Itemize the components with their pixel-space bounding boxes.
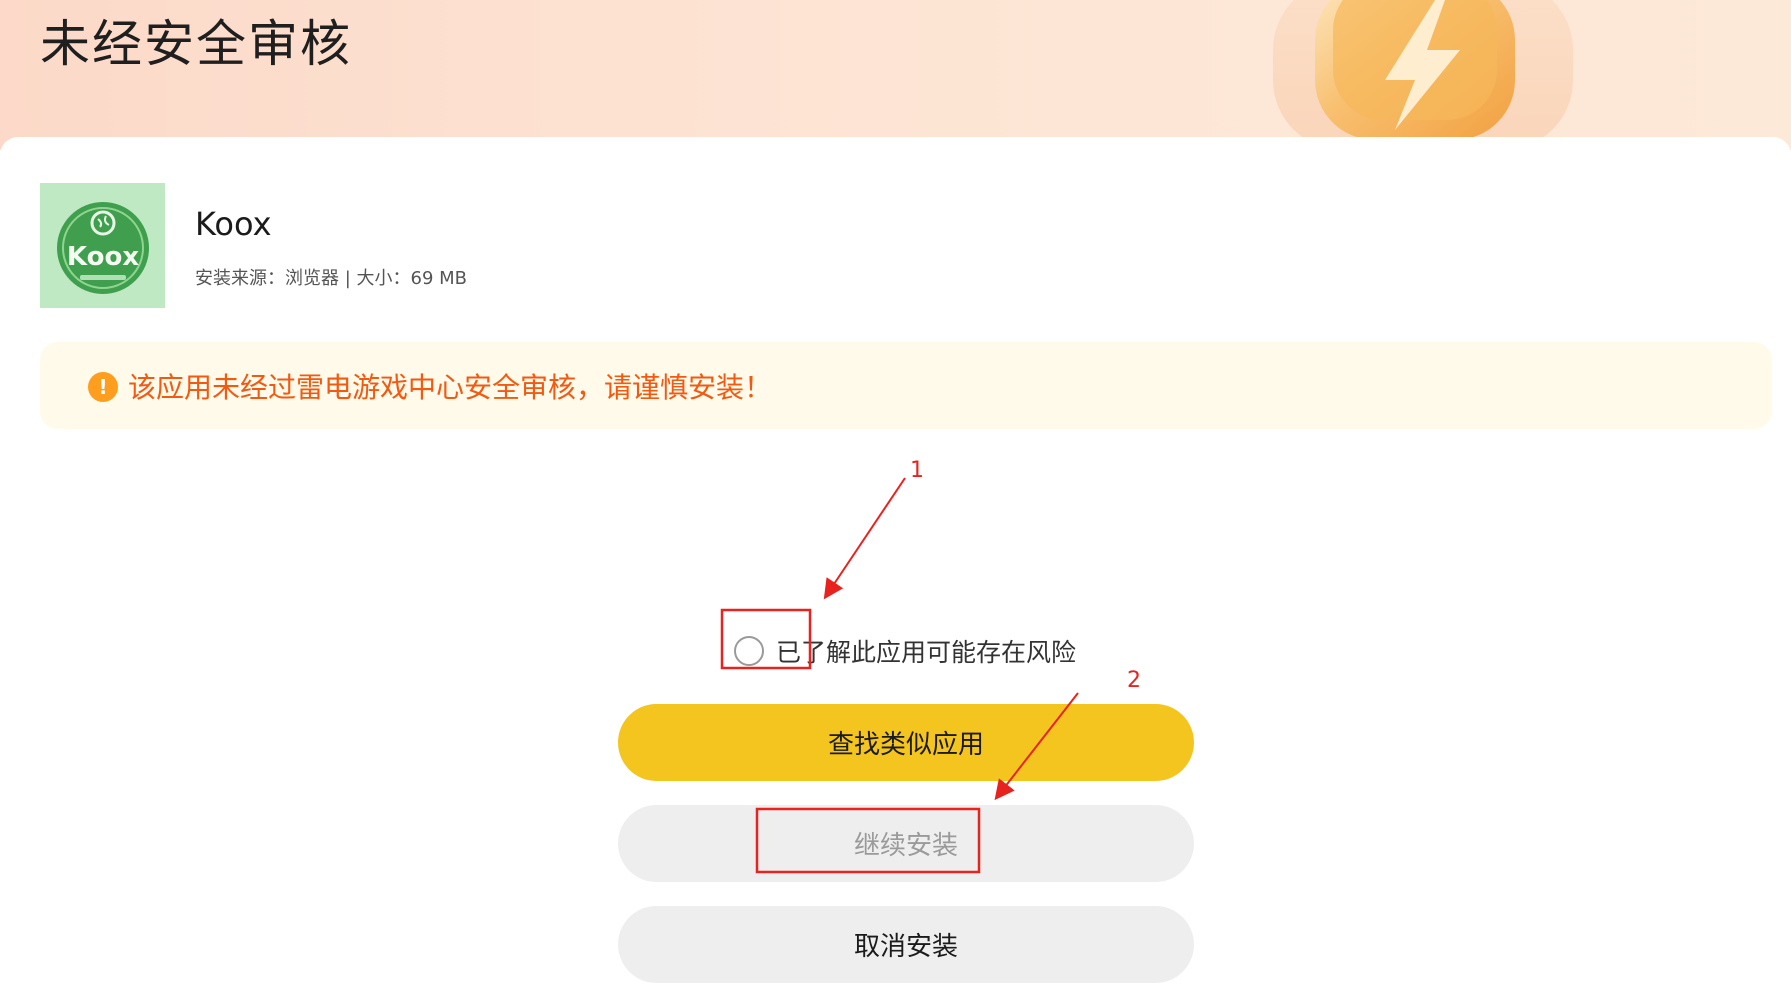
app-icon: Koox (40, 183, 165, 308)
install-warning-page: 未经安全审核 Koox Koox 安装来源：浏览器 | 大小：69 MB ! 该… (0, 0, 1791, 998)
svg-text:Koox: Koox (67, 242, 139, 272)
app-name: Koox (195, 205, 272, 243)
lightning-shield-icon (1273, 0, 1573, 150)
find-similar-app-button[interactable]: 查找类似应用 (618, 704, 1194, 781)
page-title: 未经安全审核 (40, 15, 352, 73)
risk-acknowledge-radio[interactable] (734, 636, 764, 666)
continue-install-button[interactable]: 继续安装 (618, 805, 1194, 882)
risk-acknowledge-label[interactable]: 已了解此应用可能存在风险 (776, 633, 1076, 669)
warning-icon: ! (88, 372, 118, 402)
annotation-label-1: 1 (910, 458, 924, 483)
warning-banner: ! 该应用未经过雷电游戏中心安全审核，请谨慎安装！ (40, 342, 1772, 429)
cancel-install-button[interactable]: 取消安装 (618, 906, 1194, 983)
risk-acknowledge-row[interactable]: 已了解此应用可能存在风险 (734, 634, 1076, 668)
warning-text: 该应用未经过雷电游戏中心安全审核，请谨慎安装！ (128, 371, 773, 404)
annotation-label-2: 2 (1127, 668, 1141, 693)
header-banner: 未经安全审核 (0, 0, 1791, 150)
app-meta-info: 安装来源：浏览器 | 大小：69 MB (195, 268, 468, 289)
